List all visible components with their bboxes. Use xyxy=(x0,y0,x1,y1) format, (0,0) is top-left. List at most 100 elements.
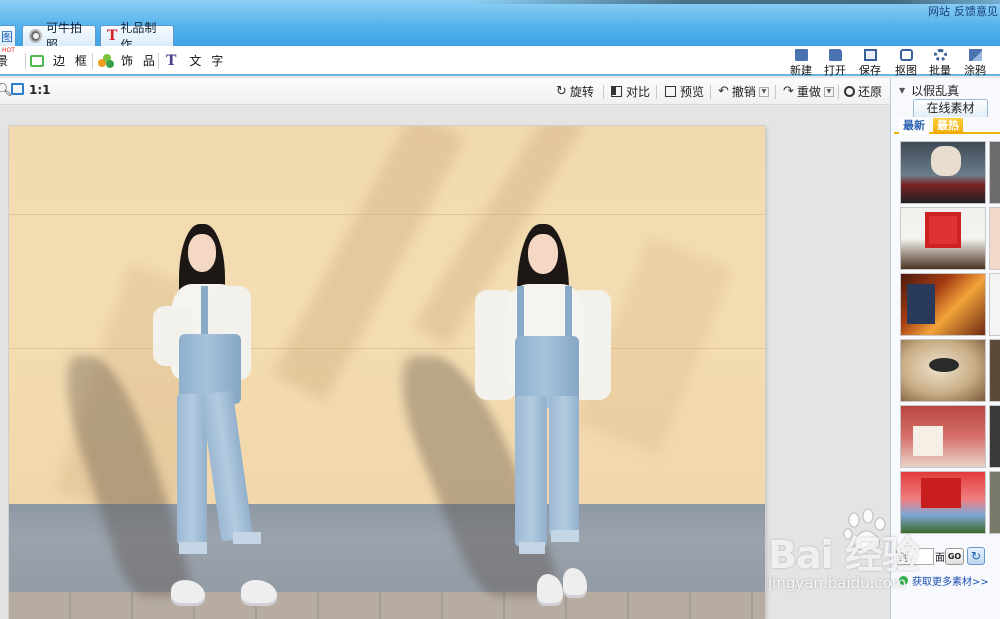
material-thumbnail[interactable] xyxy=(900,405,986,468)
face xyxy=(528,234,558,274)
cuff xyxy=(233,532,261,544)
face xyxy=(188,234,216,272)
rotate-button[interactable]: ↻ 旋转 xyxy=(556,83,594,100)
decor-icon xyxy=(98,53,114,68)
floppy-icon xyxy=(863,49,877,61)
undo-label: 撤销 xyxy=(731,85,756,99)
tab-gift[interactable]: T 礼品制作 xyxy=(100,21,174,52)
person-left xyxy=(149,224,279,616)
material-thumbnail[interactable] xyxy=(989,273,1000,336)
material-thumbnail[interactable] xyxy=(989,405,1000,468)
leg xyxy=(515,396,547,546)
tab-camera[interactable]: 可牛拍照 xyxy=(22,21,96,52)
material-thumbnail[interactable] xyxy=(900,141,986,204)
leg xyxy=(177,394,207,544)
compare-button[interactable]: 对比 xyxy=(611,83,650,100)
edited-photo[interactable] xyxy=(9,126,765,619)
material-thumbnail[interactable] xyxy=(900,339,986,402)
redo-icon: ↷ xyxy=(783,84,794,99)
decor-label: 饰 品 xyxy=(121,54,158,68)
cutout-button[interactable]: 抠图 xyxy=(891,48,921,77)
redo-button[interactable]: ↷ 重做 ▼ xyxy=(783,83,834,100)
panel-title[interactable]: ▼ 以假乱真 xyxy=(899,82,959,99)
save-button[interactable]: 保存 xyxy=(855,48,885,77)
filter-newest[interactable]: 最新 xyxy=(899,118,929,134)
camera-icon xyxy=(29,29,42,43)
new-button[interactable]: 新建 xyxy=(786,48,816,77)
preview-label: 预览 xyxy=(680,85,705,99)
open-button[interactable]: 打开 xyxy=(820,48,850,77)
search-tail-text: 面 xyxy=(935,553,945,564)
graffiti-label: 涂鸦 xyxy=(964,64,986,77)
text-button[interactable]: T 文 字 xyxy=(166,52,226,69)
gift-t-icon: T xyxy=(107,28,118,44)
undo-dropdown-icon[interactable]: ▼ xyxy=(758,86,769,97)
canvas-area[interactable] xyxy=(0,106,890,619)
separator xyxy=(92,53,93,69)
scene-button[interactable]: HOT 场景 xyxy=(0,47,15,69)
material-thumbnail[interactable] xyxy=(989,471,1000,534)
material-thumbnail[interactable] xyxy=(989,207,1000,270)
thumb-poster xyxy=(907,284,935,324)
graffiti-button[interactable]: 涂鸦 xyxy=(960,48,990,77)
separator xyxy=(710,85,711,99)
batch-button[interactable]: 批量 xyxy=(925,48,955,77)
more-materials-link[interactable]: 获取更多素材>> xyxy=(899,573,989,588)
frame-label: 边 框 xyxy=(53,54,90,68)
redo-dropdown-icon[interactable]: ▼ xyxy=(823,86,834,97)
open-label: 打开 xyxy=(824,64,846,77)
actual-size-button[interactable]: 1:1 xyxy=(29,83,51,97)
material-thumbnail[interactable] xyxy=(900,273,986,336)
website-link[interactable]: 网站 xyxy=(928,3,950,19)
preview-button[interactable]: 预览 xyxy=(665,83,704,100)
material-thumbnail[interactable] xyxy=(989,339,1000,402)
separator xyxy=(25,53,26,69)
separator xyxy=(158,53,159,69)
thumb-face xyxy=(931,146,961,176)
photo-pavement xyxy=(9,592,765,619)
thumb-billboard xyxy=(921,478,961,508)
material-search-input[interactable] xyxy=(896,548,934,565)
compare-label: 对比 xyxy=(626,85,651,99)
rotate-label: 旋转 xyxy=(569,85,594,99)
tab-picture[interactable]: 图 xyxy=(0,25,16,46)
strap xyxy=(201,286,208,334)
filter-hot[interactable]: 最热 xyxy=(933,118,963,134)
redo-label: 重做 xyxy=(796,85,821,99)
leg xyxy=(549,396,579,536)
feedback-link[interactable]: 反馈意见 xyxy=(954,3,998,19)
thumb-eye xyxy=(929,358,959,372)
save-label: 保存 xyxy=(859,64,881,77)
scene-label: 场景 xyxy=(0,54,9,68)
refresh-button[interactable]: ↻ xyxy=(967,547,985,565)
go-button[interactable]: GO xyxy=(945,548,964,565)
tab-online-materials[interactable]: 在线素材 xyxy=(913,99,988,117)
material-thumbnail[interactable] xyxy=(900,207,986,270)
person-right xyxy=(469,224,619,616)
gear-icon xyxy=(933,49,947,61)
strap xyxy=(565,286,572,338)
cuff xyxy=(519,542,545,554)
frame-icon xyxy=(30,54,44,67)
decor-button[interactable]: 饰 品 xyxy=(98,52,158,69)
frame-button[interactable]: 边 框 xyxy=(30,52,90,69)
undo-button[interactable]: ↶ 撤销 ▼ xyxy=(718,83,769,100)
separator xyxy=(656,85,657,99)
material-thumbnail[interactable] xyxy=(900,471,986,534)
shoe xyxy=(563,568,587,598)
restore-button[interactable]: 还原 xyxy=(844,83,882,100)
material-thumbnail-grid xyxy=(891,137,1000,535)
more-materials-label: 获取更多素材>> xyxy=(912,577,989,588)
separator xyxy=(838,85,839,99)
fit-window-icon xyxy=(11,83,24,95)
crop-label: 抠图 xyxy=(895,64,917,77)
shoe xyxy=(171,580,205,606)
actual-size-label: 1:1 xyxy=(29,83,51,97)
material-thumbnail[interactable] xyxy=(989,141,1000,204)
cuff xyxy=(179,542,207,554)
new-label: 新建 xyxy=(790,64,812,77)
rotate-icon: ↻ xyxy=(556,84,567,99)
compare-icon xyxy=(611,86,622,97)
text-label: 文 字 xyxy=(189,54,227,68)
fit-window-button[interactable] xyxy=(11,83,29,95)
